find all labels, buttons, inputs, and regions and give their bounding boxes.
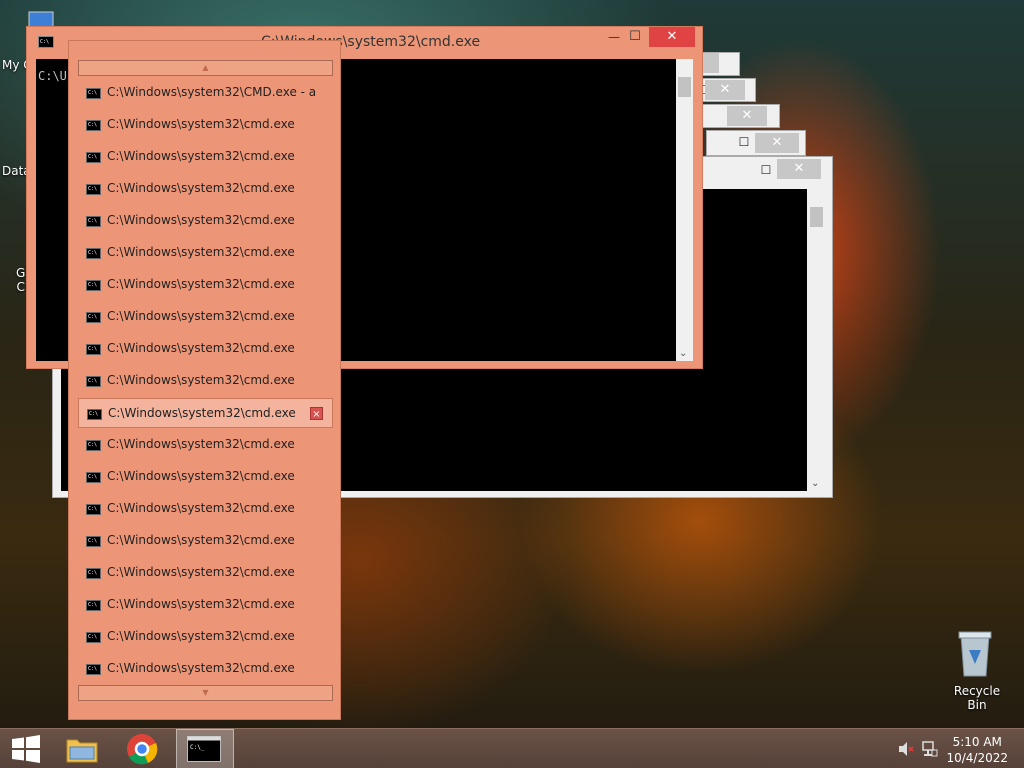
vertical-scrollbar[interactable]: ⌄ [676, 59, 693, 361]
window-list-item-label: C:\Windows\system32\cmd.exe [107, 181, 295, 195]
window-list-item-label: C:\Windows\system32\cmd.exe [107, 437, 295, 451]
cmd-icon: C:\ [86, 312, 101, 323]
cmd-icon: C:\ [87, 409, 102, 420]
maximize-button[interactable]: ☐ [753, 161, 779, 179]
desktop-icon-recycle-bin[interactable]: Recycle Bin [940, 630, 1010, 712]
scroll-down-icon[interactable]: ⌄ [679, 348, 687, 359]
desktop-icon-label: G C [16, 266, 26, 294]
recycle-bin-icon [958, 631, 992, 677]
close-button[interactable]: ✕ [705, 80, 745, 100]
window-list-item-label: C:\Windows\system32\cmd.exe [107, 149, 295, 163]
folder-icon [66, 739, 98, 763]
window-list-item-label: C:\Windows\system32\cmd.exe [107, 213, 295, 227]
scroll-up-button[interactable]: ▲ [78, 60, 333, 76]
window-list-item-label: C:\Windows\system32\cmd.exe [108, 406, 296, 420]
scroll-down-icon[interactable]: ⌄ [811, 478, 819, 489]
window-list-item-label: C:\Windows\system32\cmd.exe [107, 469, 295, 483]
desktop-icon-label: Recycle Bin [953, 684, 1001, 712]
window-list-item[interactable]: C:\ C:\Windows\system32\cmd.exe [78, 430, 333, 460]
window-list-item[interactable]: C:\ C:\Windows\system32\cmd.exe [78, 206, 333, 236]
window-list-item-label: C:\Windows\system32\cmd.exe [107, 533, 295, 547]
vertical-scrollbar[interactable]: ⌄ [808, 189, 825, 491]
close-button[interactable]: ✕ [649, 27, 695, 47]
system-clock[interactable]: 5:10 AM 10/4/2022 [946, 734, 1008, 766]
close-button[interactable]: ✕ [727, 106, 767, 126]
window-list-item-label: C:\Windows\system32\cmd.exe [107, 501, 295, 515]
cmd-window-background-3[interactable]: ✕ [700, 104, 780, 128]
cmd-app-icon: C:\ [38, 36, 54, 48]
maximize-button[interactable]: ☐ [731, 133, 757, 151]
window-list-item-label: C:\Windows\system32\cmd.exe [107, 629, 295, 643]
close-button[interactable]: ✕ [777, 159, 821, 179]
desktop: My C Data G C Recycle Bin — ✕ ☐ ✕ ✕ [0, 0, 1024, 728]
window-list-item[interactable]: C:\ C:\Windows\system32\cmd.exe [78, 302, 333, 332]
scroll-down-button[interactable]: ▼ [78, 685, 333, 701]
cmd-icon: C:\ [86, 440, 101, 451]
cmd-icon: C:\ [86, 600, 101, 611]
window-list-item-label: C:\Windows\system32\CMD.exe - a [107, 85, 317, 99]
cmd-icon: C:\ [86, 88, 101, 99]
close-window-icon[interactable]: × [310, 407, 323, 420]
window-list-item-label: C:\Windows\system32\cmd.exe [107, 277, 295, 291]
chrome-icon [127, 734, 158, 765]
window-list-item-label: C:\Windows\system32\cmd.exe [107, 309, 295, 323]
window-list-item-label: C:\Windows\system32\cmd.exe [107, 565, 295, 579]
scrollbar-thumb[interactable] [678, 77, 691, 97]
window-list-item-label: C:\Windows\system32\cmd.exe [107, 117, 295, 131]
window-list-item-label: C:\Windows\system32\cmd.exe [107, 373, 295, 387]
cmd-icon: C:\ [86, 152, 101, 163]
cmd-icon: C:\ [86, 568, 101, 579]
cmd-icon: C:\ [86, 120, 101, 131]
window-list-item[interactable]: C:\ C:\Windows\system32\CMD.exe - a [78, 78, 333, 108]
window-list-item[interactable]: C:\ C:\Windows\system32\cmd.exe [78, 238, 333, 268]
window-list-item[interactable]: C:\ C:\Windows\system32\cmd.exe [78, 590, 333, 620]
cmd-icon: C:\ [86, 184, 101, 195]
taskbar-chrome[interactable] [116, 729, 168, 768]
cmd-icon: C:\ [86, 216, 101, 227]
window-list-item-label: C:\Windows\system32\cmd.exe [107, 597, 295, 611]
window-list-item-label: C:\Windows\system32\cmd.exe [107, 245, 295, 259]
windows-logo-icon [12, 735, 40, 763]
cmd-icon: C:\ [86, 344, 101, 355]
minimize-button[interactable]: — [604, 30, 624, 48]
maximize-button[interactable]: ☐ [625, 29, 645, 47]
window-list-item[interactable]: C:\ C:\Windows\system32\cmd.exe [78, 142, 333, 172]
window-list-item[interactable]: C:\ C:\Windows\system32\cmd.exe [78, 270, 333, 300]
window-list-item[interactable]: C:\ C:\Windows\system32\cmd.exe [78, 110, 333, 140]
cmd-icon: C:\ [86, 376, 101, 387]
clock-time: 5:10 AM [952, 735, 1002, 749]
taskbar-cmd[interactable]: C:\_ [176, 729, 234, 768]
scrollbar-thumb[interactable] [810, 207, 823, 227]
window-list-item[interactable]: C:\ C:\Windows\system32\cmd.exe [78, 526, 333, 556]
taskbar-window-list: ▲ C:\ C:\Windows\system32\CMD.exe - a C:\ C… [68, 40, 341, 720]
cmd-icon: C:\ [86, 504, 101, 515]
cmd-icon: C:\_ [187, 736, 221, 762]
cmd-icon: C:\ [86, 536, 101, 547]
window-list-item[interactable]: C:\ C:\Windows\system32\cmd.exe [78, 366, 333, 396]
window-list-item[interactable]: C:\ C:\Windows\system32\cmd.exe [78, 494, 333, 524]
close-button[interactable]: ✕ [755, 133, 799, 153]
cmd-icon: C:\ [86, 664, 101, 675]
cmd-window-background-4[interactable]: ☐ ✕ [706, 130, 806, 156]
window-list-item[interactable]: C:\ C:\Windows\system32\cmd.exe [78, 622, 333, 652]
window-list-item[interactable]: C:\ C:\Windows\system32\cmd.exe [78, 334, 333, 364]
cmd-icon: C:\ [86, 472, 101, 483]
cmd-icon: C:\ [86, 280, 101, 291]
volume-muted-icon[interactable] [898, 741, 914, 757]
taskbar: C:\_ 5:10 AM 10/4/2022 [0, 728, 1024, 768]
svg-text:C:\_: C:\_ [190, 744, 205, 751]
cmd-icon: C:\ [86, 248, 101, 259]
window-list-item-label: C:\Windows\system32\cmd.exe [107, 341, 295, 355]
clock-date: 10/4/2022 [946, 751, 1008, 765]
network-icon[interactable] [922, 740, 938, 758]
window-list-item[interactable]: C:\ C:\Windows\system32\cmd.exe [78, 654, 333, 684]
window-list-item[interactable]: C:\ C:\Windows\system32\cmd.exe [78, 462, 333, 492]
start-button[interactable] [4, 729, 48, 768]
cmd-icon: C:\ [86, 632, 101, 643]
window-list-item[interactable]: C:\ C:\Windows\system32\cmd.exe × [78, 398, 333, 428]
window-list-item[interactable]: C:\ C:\Windows\system32\cmd.exe [78, 558, 333, 588]
window-list-item-label: C:\Windows\system32\cmd.exe [107, 661, 295, 675]
window-list-item[interactable]: C:\ C:\Windows\system32\cmd.exe [78, 174, 333, 204]
taskbar-file-explorer[interactable] [56, 729, 108, 768]
